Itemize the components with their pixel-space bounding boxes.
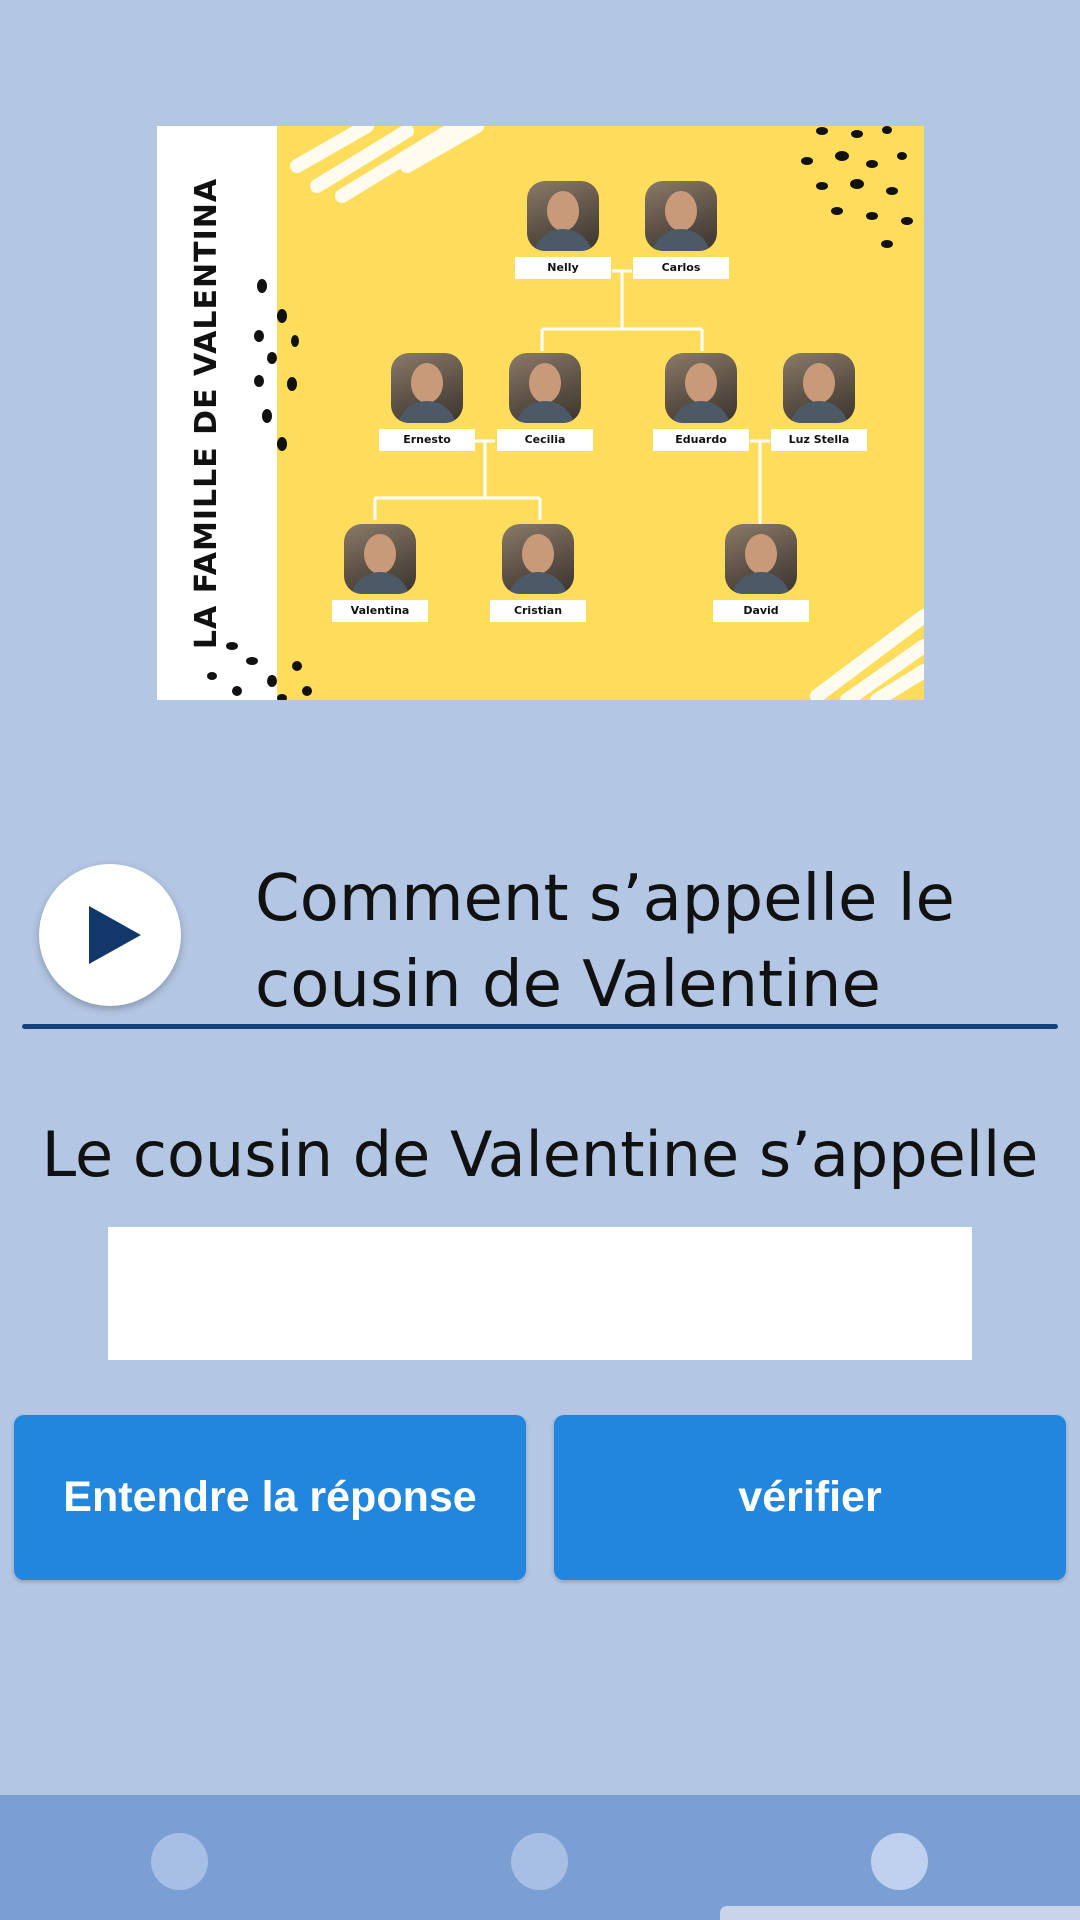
person-name: Cristian — [490, 600, 586, 622]
person-cristian: Cristian — [490, 524, 586, 622]
person-name: Nelly — [515, 257, 611, 279]
nav-dot-3[interactable] — [871, 1833, 928, 1890]
person-cecilia: Cecilia — [497, 353, 593, 451]
nav-dot-2[interactable] — [511, 1833, 568, 1890]
person-name: Valentina — [332, 600, 428, 622]
photo — [783, 353, 855, 423]
family-tree-image: LA FAMILLE DE VALENTINA Nelly Carlos Ern… — [157, 126, 924, 700]
hear-answer-button[interactable]: Entendre la réponse — [14, 1415, 526, 1580]
verify-button[interactable]: vérifier — [554, 1415, 1066, 1580]
question-divider — [22, 1024, 1058, 1029]
home-indicator — [720, 1906, 1080, 1920]
person-valentina: Valentina — [332, 524, 428, 622]
play-audio-button[interactable] — [39, 864, 181, 1006]
question-text: Comment s’appelle le cousin de Valentine — [255, 862, 955, 1022]
answer-input[interactable] — [108, 1227, 972, 1360]
person-luz-stella: Luz Stella — [771, 353, 867, 451]
photo — [509, 353, 581, 423]
photo — [502, 524, 574, 594]
photo — [344, 524, 416, 594]
play-icon — [89, 906, 141, 964]
person-name: Luz Stella — [771, 429, 867, 451]
answer-prompt: Le cousin de Valentine s’appelle — [41, 1118, 1039, 1191]
person-ernesto: Ernesto — [379, 353, 475, 451]
photo — [527, 181, 599, 251]
person-eduardo: Eduardo — [653, 353, 749, 451]
person-david: David — [713, 524, 809, 622]
person-name: Ernesto — [379, 429, 475, 451]
person-name: Eduardo — [653, 429, 749, 451]
person-name: Carlos — [633, 257, 729, 279]
photo — [391, 353, 463, 423]
person-nelly: Nelly — [515, 181, 611, 279]
person-name: Cecilia — [497, 429, 593, 451]
photo — [725, 524, 797, 594]
person-name: David — [713, 600, 809, 622]
photo — [665, 353, 737, 423]
person-carlos: Carlos — [633, 181, 729, 279]
nav-dot-1[interactable] — [151, 1833, 208, 1890]
photo — [645, 181, 717, 251]
